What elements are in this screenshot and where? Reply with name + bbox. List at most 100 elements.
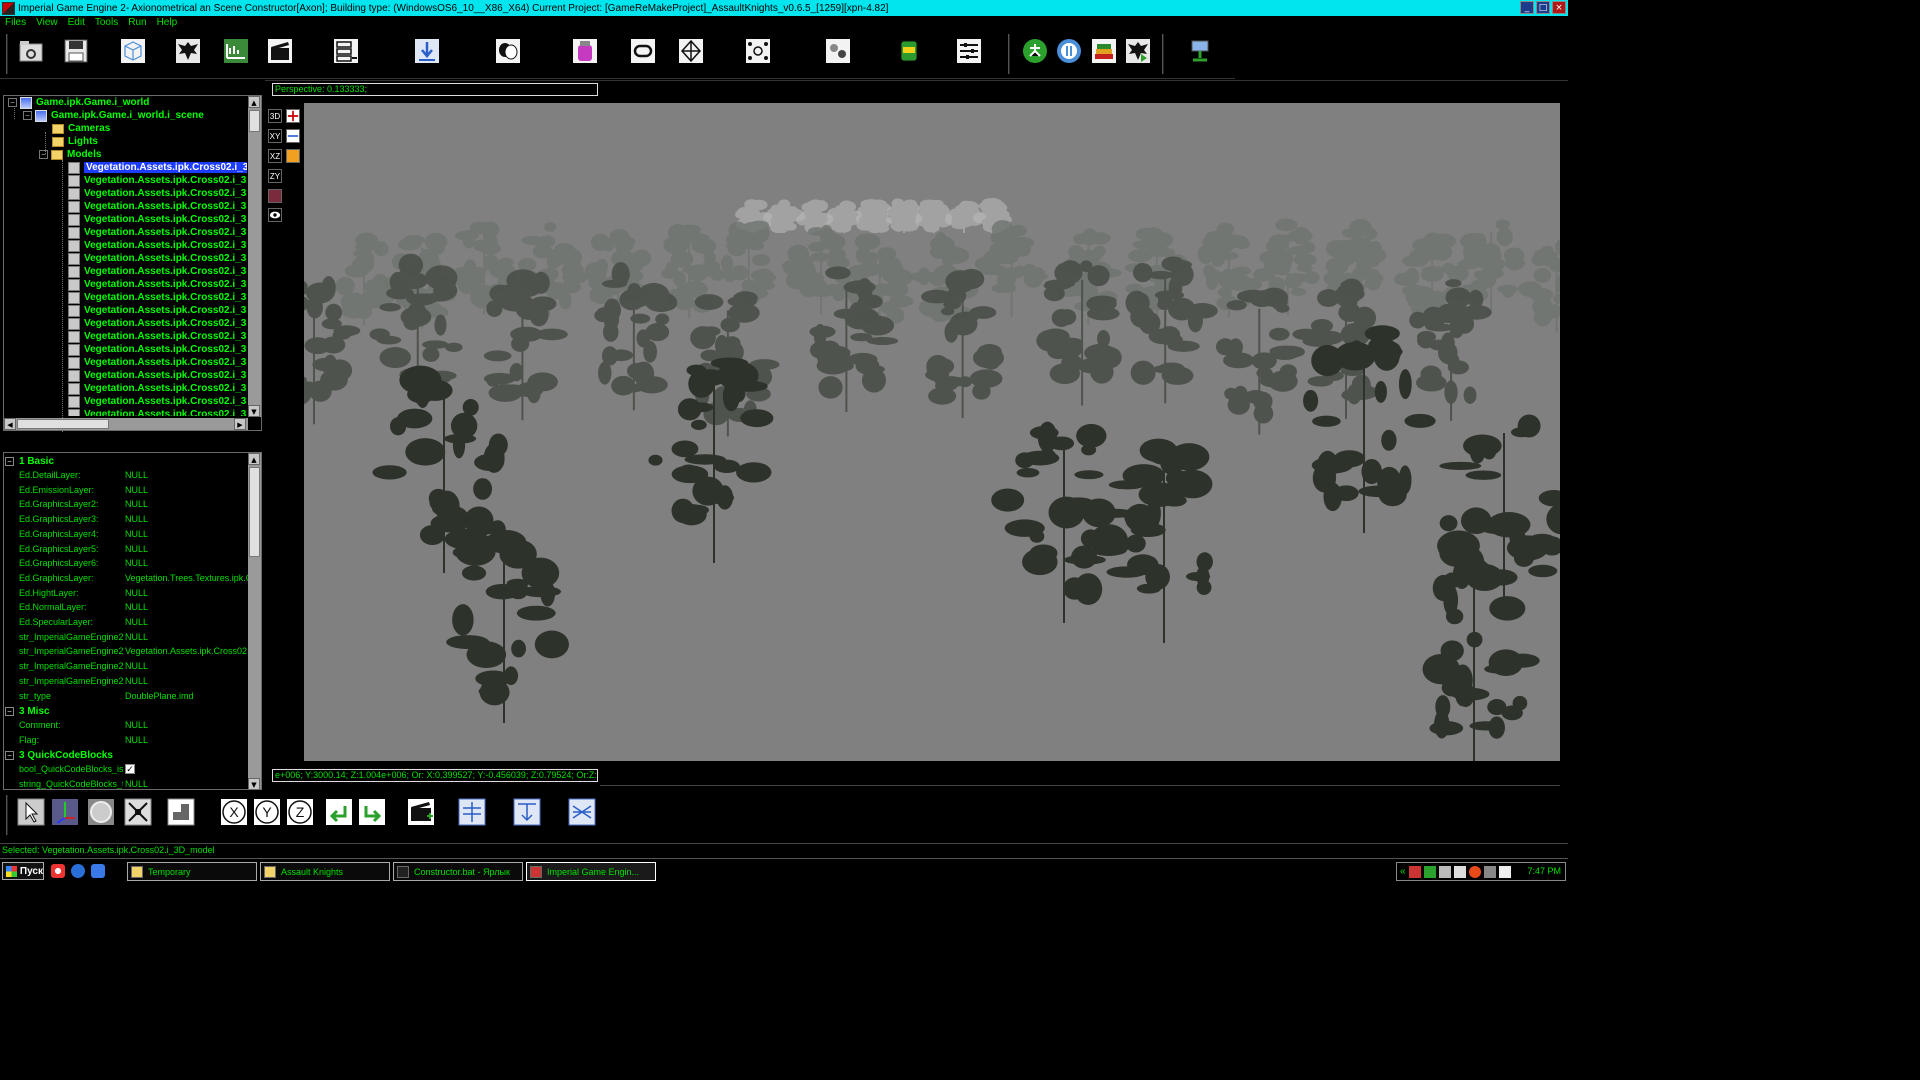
property-value[interactable]: NULL — [125, 779, 248, 789]
view-xy-button[interactable]: XY — [268, 129, 282, 143]
redo-arrow-icon[interactable] — [357, 797, 387, 827]
task-imperial-game-engine[interactable]: Imperial Game Engin... — [526, 862, 656, 881]
tree-item-model[interactable]: Vegetation.Assets.ipk.Cross02.i_3D — [68, 278, 247, 291]
undo-arrow-icon[interactable] — [324, 797, 354, 827]
tree-item-model[interactable]: Vegetation.Assets.ipk.Cross02.i_3D — [68, 252, 247, 265]
property-value[interactable]: NULL — [125, 558, 248, 568]
render-queue-icon[interactable] — [332, 36, 360, 66]
category-quickcodeblocks[interactable]: −3 QuickCodeBlocks — [4, 749, 248, 763]
move-gizmo-icon[interactable] — [50, 797, 80, 827]
property-row[interactable]: bool_QuickCodeBlocks_is ✓ — [4, 764, 248, 778]
browser-icon[interactable] — [51, 864, 65, 878]
property-value[interactable]: NULL — [125, 720, 248, 730]
task-constructor-bat[interactable]: Constructor.bat - Ярлык — [393, 862, 523, 881]
scroll-right-arrow[interactable]: ▶ — [234, 418, 246, 430]
properties-panel[interactable]: − 1 Basic Ed.DetailLayer: NULL Ed.Emission… — [3, 452, 262, 790]
scroll-up-arrow[interactable]: ▲ — [248, 96, 260, 108]
property-row[interactable]: Ed.DetailLayer: NULL — [4, 470, 248, 484]
desktop-icon[interactable] — [91, 864, 105, 878]
scroll-down-arrow[interactable]: ▼ — [248, 778, 260, 789]
tree-item-model[interactable]: Vegetation.Assets.ipk.Cross02.i_3D — [68, 369, 247, 382]
tray-drive-icon[interactable] — [1453, 865, 1466, 878]
property-row[interactable]: Ed.GraphicsLayer: Vegetation.Trees.Textur… — [4, 573, 248, 587]
jar-icon[interactable] — [571, 36, 599, 66]
property-value[interactable]: Vegetation.Trees.Textures.ipk.C — [125, 573, 248, 583]
property-value[interactable]: NULL — [125, 735, 248, 745]
property-value[interactable]: NULL — [125, 544, 248, 554]
property-value[interactable]: Vegetation.Assets.ipk.Cross02.i — [125, 646, 248, 656]
save-icon[interactable] — [62, 36, 90, 66]
eagle-emblem-icon[interactable] — [174, 36, 202, 66]
rotate-gizmo-icon[interactable] — [86, 797, 116, 827]
property-row[interactable]: Ed.GraphicsLayer3: NULL — [4, 514, 248, 528]
property-value[interactable]: DoublePlane.imd — [125, 691, 248, 701]
tray-network-icon[interactable] — [1423, 865, 1436, 878]
axis-y-button[interactable]: Y — [252, 797, 282, 827]
tree-item-model[interactable]: Vegetation.Assets.ipk.Cross02.i_3D — [68, 317, 247, 330]
collapse-toggle[interactable]: − — [5, 751, 14, 761]
scroll-down-arrow[interactable]: ▼ — [248, 405, 260, 417]
start-button[interactable]: Пуск — [2, 862, 44, 880]
molecule-icon[interactable] — [744, 36, 772, 66]
tree-item-model[interactable]: Vegetation.Assets.ipk.Cross02.i_3D — [68, 265, 247, 278]
eye-icon[interactable] — [268, 208, 282, 222]
property-value[interactable]: NULL — [125, 661, 248, 671]
property-row[interactable]: Flag: NULL — [4, 735, 248, 749]
property-value[interactable]: NULL — [125, 617, 248, 627]
property-row[interactable]: Ed.GraphicsLayer4: NULL — [4, 529, 248, 543]
property-row[interactable]: string_QuickCodeBlocks_t NULL — [4, 779, 248, 789]
scene-tree-panel[interactable]: − Game.ipk.Game.i_world − Game.ipk.Game.… — [3, 95, 262, 432]
tree-item-model[interactable]: Vegetation.Assets.ipk.Cross02.i_3D — [68, 200, 247, 213]
property-row[interactable]: Comment: NULL — [4, 720, 248, 734]
tree-item-model[interactable]: Vegetation.Assets.ipk.Cross02.i_3D — [68, 226, 247, 239]
property-row[interactable]: Ed.GraphicsLayer2: NULL — [4, 499, 248, 513]
crosshair-blue-icon[interactable] — [286, 129, 300, 143]
tree-item-model[interactable]: Vegetation.Assets.ipk.Cross02.i_3D — [68, 330, 247, 343]
property-row[interactable]: str_type DoublePlane.imd — [4, 691, 248, 705]
tray-volume-icon[interactable] — [1498, 865, 1511, 878]
snap-icon[interactable] — [166, 797, 196, 827]
axis-z-button[interactable]: Z — [285, 797, 315, 827]
view-xz-button[interactable]: XZ — [268, 149, 282, 163]
property-value[interactable]: NULL — [125, 470, 248, 480]
property-row[interactable]: str_ImperialGameEngine2A Vegetation.Asset… — [4, 646, 248, 660]
collapse-toggle[interactable]: − — [5, 707, 14, 717]
tree-scroll-thumb[interactable] — [249, 110, 260, 132]
menu-run[interactable]: Run — [123, 16, 151, 31]
task-temporary[interactable]: Temporary — [127, 862, 257, 881]
tree-item-model[interactable]: Vegetation.Assets.ipk.Cross02.i_3D — [68, 213, 247, 226]
property-row[interactable]: Ed.HightLayer: NULL — [4, 588, 248, 602]
viewport-hscroll[interactable] — [600, 785, 1560, 789]
property-value[interactable]: NULL — [125, 514, 248, 524]
align-up-icon[interactable] — [457, 797, 487, 827]
tree-item-model[interactable]: Vegetation.Assets.ipk.Cross02.i_3D — [68, 239, 247, 252]
axis-x-button[interactable]: X — [219, 797, 249, 827]
chart-icon[interactable] — [222, 36, 250, 66]
property-row[interactable]: str_ImperialGameEngine2A NULL — [4, 676, 248, 690]
property-row[interactable]: Ed.GraphicsLayer5: NULL — [4, 544, 248, 558]
tree-item-model[interactable]: Vegetation.Assets.ipk.Cross02.i_3D — [68, 356, 247, 369]
align-down-icon[interactable] — [512, 797, 542, 827]
menu-view[interactable]: View — [31, 16, 63, 31]
view-3d-button[interactable]: 3D — [268, 109, 282, 123]
column-icon[interactable] — [286, 149, 300, 163]
loop-icon[interactable] — [629, 36, 657, 66]
property-row[interactable]: Ed.EmissionLayer: NULL — [4, 485, 248, 499]
property-value[interactable]: NULL — [125, 632, 248, 642]
tray-monitor-icon[interactable] — [1483, 865, 1496, 878]
close-button[interactable]: × — [1552, 1, 1566, 14]
cube-icon[interactable] — [119, 36, 147, 66]
tree-item-model[interactable]: Vegetation.Assets.ipk.Cross02.i_3D — [68, 304, 247, 317]
tray-app-icon[interactable] — [1408, 865, 1421, 878]
tree-item-model[interactable]: Vegetation.Assets.ipk.Cross02.i_3D — [68, 291, 247, 304]
property-value[interactable]: NULL — [125, 485, 248, 495]
category-misc[interactable]: −3 Misc — [4, 705, 248, 719]
sliders-icon[interactable] — [955, 36, 983, 66]
open-folder-icon[interactable] — [17, 36, 45, 66]
scene-viewport[interactable] — [304, 103, 1560, 761]
tree-item-model[interactable]: Vegetation.Assets.ipk.Cross02.i_3D — [68, 395, 247, 408]
run-figure-icon[interactable] — [1021, 36, 1049, 66]
menu-edit[interactable]: Edit — [63, 16, 90, 31]
tray-cloud-icon[interactable] — [1438, 865, 1451, 878]
battery-icon[interactable] — [895, 36, 923, 66]
